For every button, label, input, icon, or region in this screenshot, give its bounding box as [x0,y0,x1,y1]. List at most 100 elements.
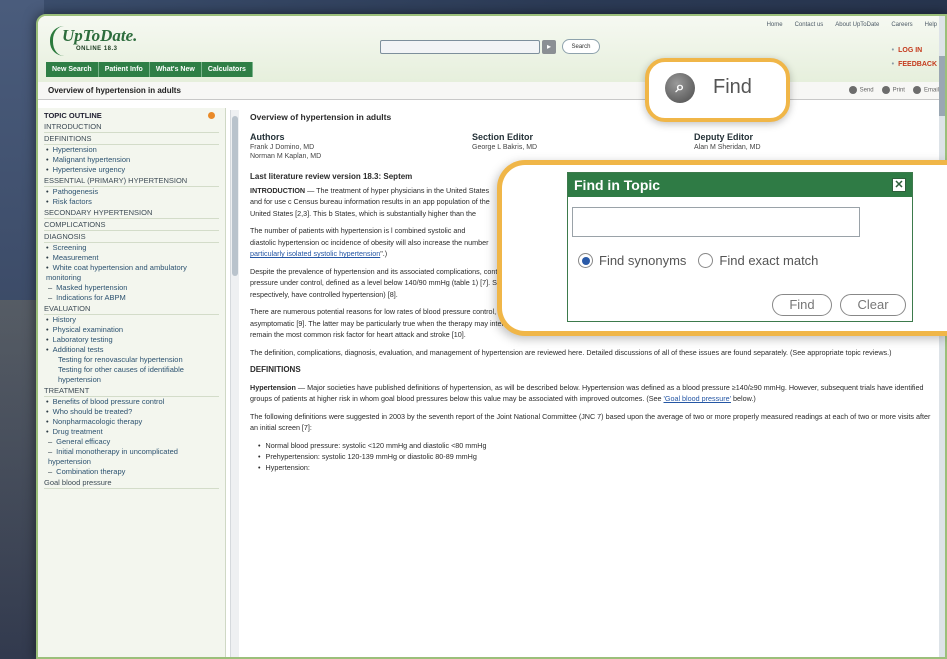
collapse-icon[interactable] [208,112,215,119]
find-synonyms-radio[interactable] [578,253,593,268]
search-dropdown-icon[interactable]: ▸ [542,40,556,54]
outline-section[interactable]: COMPLICATIONS [44,219,219,231]
outline-section[interactable]: SECONDARY HYPERTENSION [44,207,219,219]
page-scroll-thumb[interactable] [939,56,945,116]
nav-patient-info[interactable]: Patient Info [98,62,150,77]
print-icon [881,86,890,94]
deputy-editor-column: Deputy Editor Alan M Sheridan, MD [694,132,916,162]
topic-outline-title: TOPIC OUTLINE [44,111,102,120]
outline-item[interactable]: General efficacy [44,437,219,447]
outline-section[interactable]: Goal blood pressure [44,477,219,489]
outline-item[interactable]: Laboratory testing [44,335,219,345]
outline-item[interactable]: Risk factors [44,197,219,207]
outline-item[interactable]: Hypertension [44,145,219,155]
deputy-editor-name[interactable]: Alan M Sheridan, MD [694,143,916,152]
intro-lead: INTRODUCTION [250,185,306,195]
clear-button[interactable]: Clear [840,294,906,316]
author-name[interactable]: Norman M Kaplan, MD [250,152,472,161]
authors-column: Authors Frank J Domino, MD Norman M Kapl… [250,132,472,162]
p2-end: ".) [380,249,388,258]
find-button[interactable]: Find [772,294,832,316]
outline-item[interactable]: White coat hypertension and ambulatory m… [44,263,219,283]
send-icon [848,86,857,94]
outline-item[interactable]: Who should be treated? [44,407,219,417]
send-tool[interactable]: Send [848,86,874,94]
nav-new-search[interactable]: New Search [46,62,99,77]
outline-section[interactable]: DEFINITIONS [44,133,219,145]
outline-item[interactable]: Malignant hypertension [44,155,219,165]
authors-heading: Authors [250,131,285,142]
topic-outline-header: TOPIC OUTLINE [44,110,219,121]
link-about[interactable]: About UpToDate [835,22,879,28]
link-contact[interactable]: Contact us [795,22,824,28]
section-editor-name[interactable]: George L Bakris, MD [472,143,694,152]
outline-item[interactable]: Testing for renovascular hypertension [44,355,219,365]
p2-link[interactable]: particularly isolated systolic hypertens… [250,249,380,258]
sidebar-scrollbar[interactable] [230,110,239,657]
outline-item[interactable]: Testing for other causes of identifiable… [44,365,219,385]
outline-item[interactable]: Combination therapy [44,467,219,477]
dialog-title: Find in Topic [574,177,661,193]
sidebar-scroll-thumb[interactable] [232,116,238,276]
outline-item[interactable]: Additional tests [44,345,219,355]
outline-item[interactable]: Drug treatment [44,427,219,437]
deputy-editor-heading: Deputy Editor [694,131,754,142]
find-synonyms-label[interactable]: Find synonyms [599,253,686,268]
nav-whats-new[interactable]: What's New [149,62,202,77]
bullet-icon: • [891,47,895,54]
outline-item[interactable]: Benefits of blood pressure control [44,397,219,407]
author-name[interactable]: Frank J Domino, MD [250,143,472,152]
goal-bp-link[interactable]: 'Goal blood pressure' [664,394,731,403]
outline-item[interactable]: Nonpharmacologic therapy [44,417,219,427]
outline-section[interactable]: ESSENTIAL (PRIMARY) HYPERTENSION [44,175,219,187]
link-home[interactable]: Home [767,22,783,28]
outline-section[interactable]: INTRODUCTION [44,121,219,133]
outline-list: INTRODUCTIONDEFINITIONSHypertensionMalig… [44,121,219,489]
close-icon[interactable]: ✕ [892,178,906,192]
uptodate-logo[interactable]: UpToDate. ONLINE 18.3 [48,24,144,60]
outline-item[interactable]: Masked hypertension [44,283,219,293]
outline-item[interactable]: Physical examination [44,325,219,335]
bullet-icon: • [891,61,895,68]
find-label: Find [713,76,752,98]
outline-item[interactable]: Pathogenesis [44,187,219,197]
intro-paragraph: INTRODUCTION — The treatment of hyper ph… [250,185,490,220]
outline-section[interactable]: DIAGNOSIS [44,231,219,243]
outline-item[interactable]: Measurement [44,253,219,263]
outline-item[interactable]: Hypertensive urgency [44,165,219,175]
paragraph-2: The number of patients with hypertension… [250,225,490,260]
outline-item[interactable]: History [44,315,219,325]
outline-section[interactable]: EVALUATION [44,303,219,315]
find-button-callout[interactable]: ⌕ Find [645,58,790,122]
outline-item[interactable]: Initial monotherapy in uncomplicated hyp… [44,447,219,467]
outline-item[interactable]: Indications for ABPM [44,293,219,303]
topic-titlebar: Overview of hypertension in adults Send … [38,82,945,100]
definitions-paragraph: Hypertension — Major societies have publ… [250,382,940,405]
search-input[interactable] [380,40,540,54]
link-careers[interactable]: Careers [891,22,912,28]
find-text-input[interactable] [572,207,860,237]
find-exact-match-radio[interactable] [698,253,714,268]
page-scrollbar[interactable] [939,16,945,657]
top-links: Home Contact us About UpToDate Careers H… [767,22,937,28]
email-tool[interactable]: Email [912,86,939,94]
list-item: Hypertension: [250,462,940,473]
login-link[interactable]: • LOG IN [892,44,937,58]
nav-calculators[interactable]: Calculators [201,62,253,77]
find-exact-match-label[interactable]: Find exact match [719,253,818,268]
outline-item[interactable]: Screening [44,243,219,253]
account-links: • LOG IN • FEEDBACK [892,44,937,72]
def-end: below.) [730,394,756,403]
outline-section[interactable]: TREATMENT [44,385,219,397]
feedback-link[interactable]: • FEEDBACK [892,58,937,72]
find-mode-options: Find synonyms Find exact match [578,253,818,268]
def-lead: Hypertension [250,382,296,392]
paragraph-7: The following definitions were suggested… [250,411,931,433]
link-help[interactable]: Help [925,22,937,28]
topic-outline-sidebar: TOPIC OUTLINE INTRODUCTIONDEFINITIONSHyp… [38,108,226,657]
logo-version: ONLINE 18.3 [76,46,118,52]
search-button[interactable]: Search [562,39,600,54]
print-tool[interactable]: Print [881,86,905,94]
content-title: Overview of hypertension in adults [250,112,392,122]
paragraph-5: The definition, complications, diagnosis… [250,347,892,357]
